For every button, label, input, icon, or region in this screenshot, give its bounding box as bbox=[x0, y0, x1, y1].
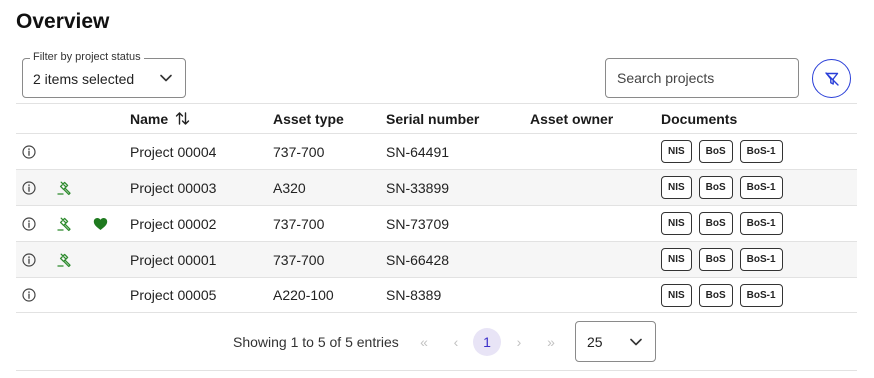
document-badge[interactable]: NIS bbox=[661, 248, 692, 271]
table-row[interactable]: Project 00003 A320 SN-33899 NIS BoS BoS-1 bbox=[16, 169, 857, 205]
asset-type: 737-700 bbox=[273, 215, 325, 232]
column-header-documents: Documents bbox=[661, 110, 738, 127]
sort-icon[interactable] bbox=[175, 111, 190, 126]
asset-type: 737-700 bbox=[273, 251, 325, 268]
info-icon[interactable] bbox=[22, 134, 36, 169]
gavel-icon[interactable] bbox=[56, 242, 72, 277]
document-badge[interactable]: BoS-1 bbox=[739, 212, 783, 235]
info-icon[interactable] bbox=[22, 278, 36, 312]
serial-number: SN-66428 bbox=[386, 251, 450, 268]
heart-icon[interactable] bbox=[93, 206, 108, 241]
project-status-filter-value: 2 items selected bbox=[33, 71, 135, 87]
gavel-icon[interactable] bbox=[56, 170, 72, 205]
previous-page-button[interactable]: ‹ bbox=[446, 328, 466, 356]
documents: NIS BoS BoS-1 bbox=[661, 134, 790, 169]
next-page-button[interactable]: › bbox=[509, 328, 529, 356]
document-badge[interactable]: BoS-1 bbox=[739, 283, 783, 307]
project-status-filter[interactable]: Filter by project status 2 items selecte… bbox=[22, 51, 186, 98]
info-icon[interactable] bbox=[22, 206, 36, 241]
documents: NIS BoS BoS-1 bbox=[661, 242, 790, 277]
chevron-down-icon bbox=[630, 338, 642, 346]
filter-button[interactable] bbox=[812, 59, 851, 98]
filter-off-icon bbox=[824, 71, 839, 86]
document-badge[interactable]: BoS bbox=[698, 212, 733, 235]
document-badge[interactable]: BoS-1 bbox=[739, 176, 783, 199]
table-row[interactable]: Project 00004 737-700 SN-64491 NIS BoS BoS-1 bbox=[16, 133, 857, 169]
documents: NIS BoS BoS-1 bbox=[661, 170, 790, 205]
first-page-button[interactable]: « bbox=[414, 328, 434, 356]
project-name: Project 00001 bbox=[130, 251, 217, 268]
bottom-divider bbox=[16, 370, 857, 371]
column-header-serial-number: Serial number bbox=[386, 110, 480, 127]
table-row[interactable]: Project 00002 737-700 SN-73709 NIS BoS BoS-1 bbox=[16, 205, 857, 241]
documents: NIS BoS BoS-1 bbox=[661, 278, 790, 312]
document-badge[interactable]: NIS bbox=[661, 212, 692, 235]
documents: NIS BoS BoS-1 bbox=[661, 206, 790, 241]
page-title: Overview bbox=[16, 10, 110, 33]
gavel-icon[interactable] bbox=[56, 206, 72, 241]
asset-type: A220-100 bbox=[273, 287, 334, 303]
search-input[interactable] bbox=[605, 58, 799, 98]
chevron-down-icon bbox=[160, 74, 172, 82]
table-row[interactable]: Project 00005 A220-100 SN-8389 NIS BoS BoS-1 bbox=[16, 277, 857, 313]
document-badge[interactable]: NIS bbox=[661, 283, 692, 307]
project-name: Project 00005 bbox=[130, 287, 217, 303]
table-header-row: Name Asset type Serial number Asset owne… bbox=[16, 103, 857, 133]
document-badge[interactable]: NIS bbox=[661, 140, 692, 163]
info-icon[interactable] bbox=[22, 170, 36, 205]
document-badge[interactable]: BoS bbox=[698, 248, 733, 271]
project-name: Project 00002 bbox=[130, 215, 217, 232]
project-status-filter-label: Filter by project status bbox=[30, 51, 144, 63]
projects-table: Name Asset type Serial number Asset owne… bbox=[16, 103, 857, 313]
info-icon[interactable] bbox=[22, 242, 36, 277]
pagination-summary: Showing 1 to 5 of 5 entries bbox=[233, 334, 399, 350]
serial-number: SN-73709 bbox=[386, 215, 450, 232]
document-badge[interactable]: BoS-1 bbox=[739, 248, 783, 271]
column-header-asset-owner: Asset owner bbox=[530, 110, 614, 127]
last-page-button[interactable]: » bbox=[541, 328, 561, 356]
page-1-button[interactable]: 1 bbox=[473, 328, 501, 356]
project-name: Project 00003 bbox=[130, 179, 217, 196]
document-badge[interactable]: NIS bbox=[661, 176, 692, 199]
document-badge[interactable]: BoS bbox=[698, 140, 733, 163]
page-size-value: 25 bbox=[587, 334, 603, 350]
serial-number: SN-64491 bbox=[386, 143, 450, 160]
asset-type: 737-700 bbox=[273, 143, 325, 160]
column-header-asset-type: Asset type bbox=[273, 110, 344, 127]
column-header-name[interactable]: Name bbox=[130, 104, 190, 133]
serial-number: SN-8389 bbox=[386, 287, 442, 303]
document-badge[interactable]: BoS-1 bbox=[739, 140, 783, 163]
asset-type: A320 bbox=[273, 179, 306, 196]
serial-number: SN-33899 bbox=[386, 179, 450, 196]
table-row[interactable]: Project 00001 737-700 SN-66428 NIS BoS BoS-1 bbox=[16, 241, 857, 277]
page-size-select[interactable]: 25 bbox=[575, 321, 656, 362]
document-badge[interactable]: BoS bbox=[698, 283, 733, 307]
document-badge[interactable]: BoS bbox=[698, 176, 733, 199]
project-name: Project 00004 bbox=[130, 143, 217, 160]
column-header-name-label: Name bbox=[130, 110, 169, 127]
